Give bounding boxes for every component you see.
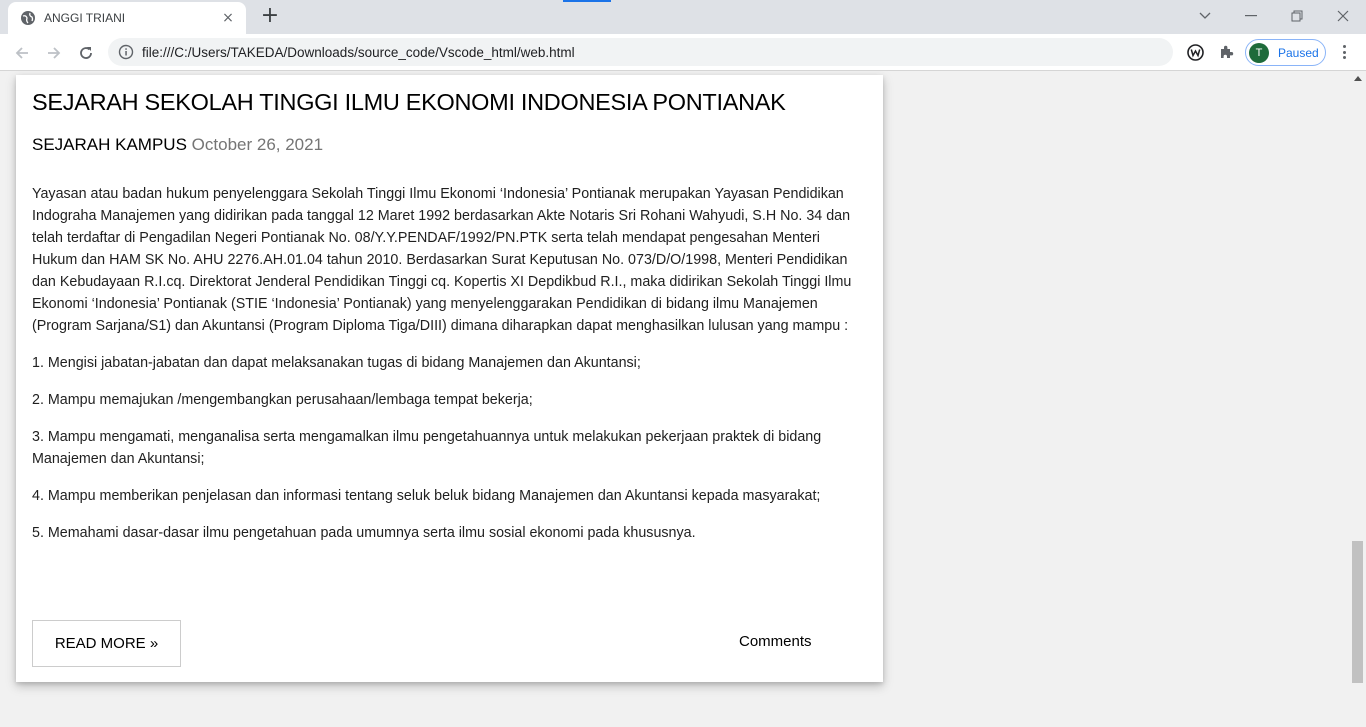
w-circle-icon[interactable] (1186, 43, 1204, 61)
minimize-icon[interactable] (1241, 6, 1261, 26)
list-item: 3. Mampu mengamati, menganalisa serta me… (32, 429, 822, 467)
profile-status: Paused (1278, 45, 1319, 60)
list-item: 2. Mampu memajukan /mengembangkan perusa… (32, 392, 533, 408)
globe-icon (20, 10, 36, 26)
scrollbar[interactable] (1350, 71, 1366, 727)
read-more-button[interactable]: READ MORE » (32, 620, 181, 667)
post-date: October 26, 2021 (191, 135, 324, 154)
profile-button[interactable]: T Paused (1245, 39, 1326, 66)
post-paragraph: Yayasan atau badan hukum penyelenggara S… (32, 186, 852, 334)
tab-search-indicator (563, 0, 611, 2)
list-item: 5. Memahami dasar-dasar ilmu pengetahuan… (32, 525, 696, 541)
post-category[interactable]: SEJARAH KAMPUS (32, 135, 187, 154)
browser-toolbar: file:///C:/Users/TAKEDA/Downloads/source… (0, 34, 1366, 71)
reload-icon[interactable] (73, 40, 99, 66)
list-item: 4. Mampu memberikan penjelasan dan infor… (32, 488, 821, 504)
close-icon[interactable]: × (220, 10, 236, 26)
url-text: file:///C:/Users/TAKEDA/Downloads/source… (142, 44, 575, 60)
tab-strip: ANGGI TRIANI × + (0, 0, 1366, 34)
post-card: SEJARAH SEKOLAH TINGGI ILMU EKONOMI INDO… (16, 75, 883, 682)
page-viewport: SEJARAH SEKOLAH TINGGI ILMU EKONOMI INDO… (0, 71, 1350, 727)
avatar: T (1249, 42, 1269, 63)
scroll-up-arrow-icon[interactable] (1354, 76, 1362, 81)
address-bar[interactable]: file:///C:/Users/TAKEDA/Downloads/source… (108, 38, 1173, 66)
arrow-left-icon[interactable] (9, 40, 35, 66)
comments-link[interactable]: Comments (739, 633, 812, 650)
post-meta: SEJARAH KAMPUS October 26, 2021 (32, 135, 323, 155)
info-icon[interactable] (118, 44, 134, 60)
new-tab-button[interactable]: + (258, 4, 282, 28)
window-close-icon[interactable] (1333, 6, 1353, 26)
scrollbar-thumb[interactable] (1352, 541, 1363, 683)
list-item: 1. Mengisi jabatan-jabatan dan dapat mel… (32, 355, 641, 371)
post-body: Yayasan atau badan hukum penyelenggara S… (32, 183, 860, 559)
puzzle-icon[interactable] (1218, 43, 1236, 61)
arrow-right-icon[interactable] (41, 40, 67, 66)
post-title[interactable]: SEJARAH SEKOLAH TINGGI ILMU EKONOMI INDO… (32, 89, 786, 116)
browser-tab[interactable]: ANGGI TRIANI × (8, 2, 246, 34)
tab-title: ANGGI TRIANI (44, 11, 126, 25)
restore-icon[interactable] (1287, 6, 1307, 26)
chevron-down-icon[interactable] (1195, 6, 1215, 26)
kebab-menu-icon[interactable] (1336, 43, 1352, 61)
